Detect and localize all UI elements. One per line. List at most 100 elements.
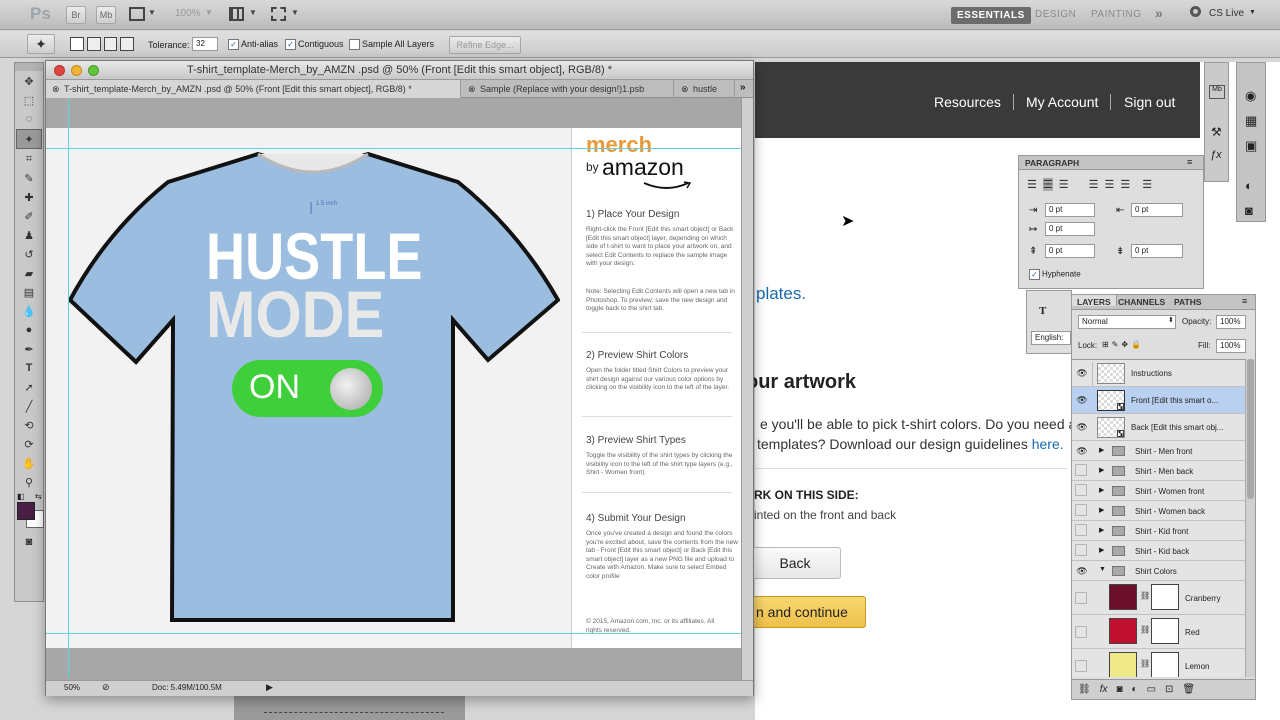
language-select[interactable]: English:: [1031, 331, 1071, 345]
align-center-icon[interactable]: ☰: [1042, 178, 1053, 191]
expand-arrow-icon[interactable]: ▶: [1099, 546, 1104, 554]
collapse-arrow-icon[interactable]: ▼: [1099, 566, 1106, 573]
layer-group-row[interactable]: ▶ Shirt - Kid front: [1072, 521, 1245, 541]
3d-orbit-icon[interactable]: ⟳: [17, 435, 41, 453]
add-mask-icon[interactable]: ◙: [1116, 684, 1122, 695]
lock-icons[interactable]: ⊞✎✥🔒: [1102, 340, 1144, 349]
vertical-scrollbar[interactable]: [741, 98, 753, 680]
space-after-input[interactable]: 0 pt: [1131, 244, 1183, 258]
visibility-toggle-off[interactable]: [1075, 504, 1087, 516]
layer-group-row[interactable]: ▶ Shirt - Men back: [1072, 461, 1245, 481]
visibility-toggle-off[interactable]: [1075, 464, 1087, 476]
magic-wand-preset-icon[interactable]: ✦: [27, 34, 55, 54]
blend-mode-select[interactable]: Normal: [1078, 315, 1176, 329]
new-selection-icon[interactable]: [70, 37, 84, 51]
move-tool-icon[interactable]: ✥: [17, 72, 41, 90]
justify-left-icon[interactable]: ☰: [1089, 178, 1099, 191]
tab-paths[interactable]: PATHS: [1174, 297, 1202, 307]
screen-mode-icon[interactable]: [271, 7, 286, 21]
visibility-toggle-off[interactable]: [1075, 626, 1087, 638]
faux-bold-icon[interactable]: T: [1039, 305, 1046, 317]
cslive-menu[interactable]: CS Live: [1209, 8, 1244, 19]
color-layer-row[interactable]: ⛓ Cranberry: [1072, 581, 1245, 615]
align-left-icon[interactable]: ☰: [1027, 178, 1037, 191]
trash-icon[interactable]: 🗑: [1182, 684, 1195, 695]
fill-input[interactable]: 100%: [1216, 339, 1246, 353]
swatches-panel-icon[interactable]: ▦: [1245, 113, 1257, 129]
layer-row[interactable]: 👁 ▚ Back [Edit this smart obj...: [1072, 414, 1245, 441]
color-panel-icon[interactable]: ◉: [1245, 88, 1256, 104]
visibility-toggle-off[interactable]: [1075, 544, 1087, 556]
close-tab-icon[interactable]: ⊗: [681, 80, 689, 98]
arrange-documents-icon[interactable]: [229, 7, 244, 21]
pen-tool-icon[interactable]: ✒: [17, 340, 41, 358]
fx-icon[interactable]: fx: [1100, 684, 1108, 695]
nav-resources-link[interactable]: Resources: [934, 94, 1001, 110]
visibility-toggle-off[interactable]: [1075, 524, 1087, 536]
history-brush-icon[interactable]: ↺: [17, 245, 41, 263]
close-tab-icon[interactable]: ⊗: [52, 80, 60, 98]
space-before-input[interactable]: 0 pt: [1045, 244, 1095, 258]
color-layer-row[interactable]: ⛓ Red: [1072, 615, 1245, 649]
layer-group-row[interactable]: ▶ Shirt - Kid back: [1072, 541, 1245, 561]
add-selection-icon[interactable]: [86, 37, 101, 51]
antialias-checkbox[interactable]: ✓ Anti-alias: [228, 39, 278, 51]
expand-arrow-icon[interactable]: ▶: [1099, 526, 1104, 534]
visibility-toggle-off[interactable]: [1075, 660, 1087, 672]
workspace-painting[interactable]: PAINTING: [1091, 9, 1141, 20]
zoom-level[interactable]: 100%: [175, 8, 201, 19]
indent-right-input[interactable]: 0 pt: [1131, 203, 1183, 217]
expand-arrow-icon[interactable]: ▶: [1099, 466, 1104, 474]
eye-icon[interactable]: 👁: [1076, 421, 1088, 433]
eye-icon[interactable]: 👁: [1076, 367, 1088, 379]
panel-menu-icon[interactable]: ≡: [1187, 157, 1192, 167]
lasso-tool-icon[interactable]: ◌: [17, 110, 41, 128]
link-layers-icon[interactable]: ⛓: [1078, 684, 1091, 695]
hand-tool-icon[interactable]: ✋: [17, 454, 41, 472]
contiguous-checkbox[interactable]: ✓ Contiguous: [285, 39, 344, 51]
expand-arrow-icon[interactable]: ▶: [1099, 506, 1104, 514]
minibridge-button[interactable]: Mb: [96, 6, 116, 24]
path-selection-icon[interactable]: ➚: [17, 378, 41, 396]
layers-scrollbar[interactable]: [1245, 359, 1255, 677]
tab-hustle[interactable]: ⊗ hustle: [675, 80, 735, 98]
default-colors-icon[interactable]: ◧: [17, 492, 25, 501]
new-group-icon[interactable]: ▭: [1147, 684, 1156, 695]
justify-all-icon[interactable]: ☰: [1142, 178, 1152, 191]
nav-my-account-link[interactable]: My Account: [1026, 94, 1098, 110]
align-right-icon[interactable]: ☰: [1059, 178, 1069, 191]
eye-icon[interactable]: 👁: [1076, 394, 1088, 406]
fx-panel-icon[interactable]: ƒx: [1210, 149, 1222, 161]
layer-group-row[interactable]: 👁 ▶ Shirt - Men front: [1072, 441, 1245, 461]
justify-right-icon[interactable]: ☰: [1120, 178, 1130, 191]
intersect-selection-icon[interactable]: [120, 37, 134, 51]
layer-group-row[interactable]: 👁 ▼ Shirt Colors: [1072, 561, 1245, 581]
workspace-essentials[interactable]: ESSENTIALS: [951, 7, 1031, 24]
new-layer-icon[interactable]: ⊡: [1165, 684, 1173, 695]
nav-sign-out-link[interactable]: Sign out: [1124, 94, 1175, 110]
dodge-tool-icon[interactable]: ●: [17, 321, 41, 339]
panel-menu-icon[interactable]: ≡: [1242, 296, 1247, 306]
layer-row[interactable]: 👁 Instructions: [1072, 360, 1245, 387]
status-menu-arrow-icon[interactable]: ▶: [266, 682, 273, 693]
expand-arrow-icon[interactable]: ▶: [1099, 486, 1104, 494]
close-tab-icon[interactable]: ⊗: [468, 80, 476, 98]
zoom-field[interactable]: 50%: [64, 683, 80, 692]
eraser-tool-icon[interactable]: ▰: [17, 264, 41, 282]
subtract-selection-icon[interactable]: [103, 37, 118, 51]
opacity-input[interactable]: 100%: [1216, 315, 1246, 329]
scrollbar-thumb[interactable]: [1247, 359, 1254, 499]
styles-panel-icon[interactable]: ▣: [1245, 138, 1257, 154]
zoom-window-icon[interactable]: [88, 65, 99, 76]
swap-colors-icon[interactable]: ⇆: [35, 492, 42, 501]
status-options-icon[interactable]: ⊘: [102, 682, 110, 693]
visibility-toggle-off[interactable]: [1075, 484, 1087, 496]
indent-left-input[interactable]: 0 pt: [1045, 203, 1095, 217]
magic-wand-tool-icon[interactable]: ✦: [16, 129, 42, 149]
type-tool-icon[interactable]: T: [17, 359, 41, 377]
workspace-design[interactable]: DESIGN: [1035, 9, 1076, 20]
guidelines-here-link[interactable]: here.: [1032, 436, 1064, 452]
tab-sample-psb[interactable]: ⊗ Sample (Replace with your design!)1.ps…: [462, 80, 674, 98]
3d-rotate-icon[interactable]: ⟲: [17, 416, 41, 434]
tab-layers[interactable]: LAYERS: [1072, 295, 1117, 307]
